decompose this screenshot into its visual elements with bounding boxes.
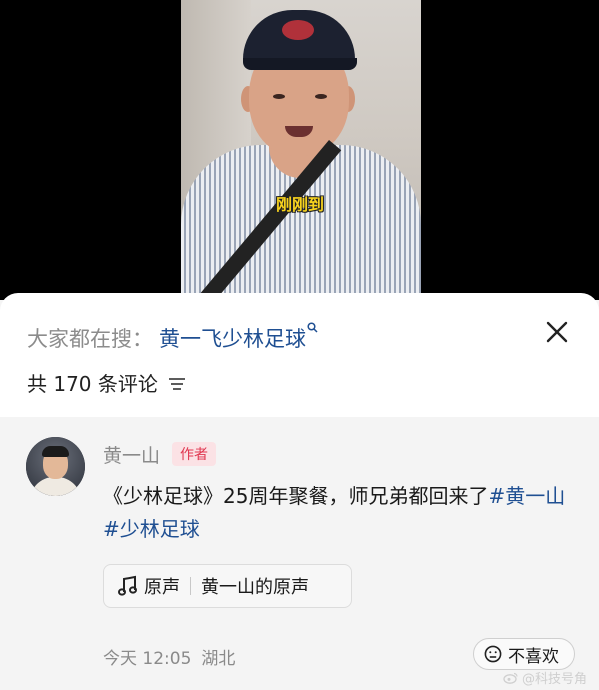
comments-sheet: 大家都在搜： 黄一飞少林足球 共 170 条评论 [0, 293, 599, 417]
comment-count-row[interactable]: 共 170 条评论 [27, 366, 186, 398]
author-badge: 作者 [172, 442, 217, 466]
comment-author[interactable]: 黄一山 [103, 441, 160, 468]
comment-body: 《少林足球》25周年聚餐，师兄弟都回来了 [103, 484, 489, 508]
watermark-text: @科技号角 [522, 672, 588, 687]
weibo-logo-icon [503, 672, 518, 684]
dislike-label: 不喜欢 [508, 646, 559, 667]
comment-meta: 今天 12:05 湖北 [103, 644, 235, 669]
chip-divider [190, 577, 191, 595]
comment-location: 湖北 [201, 649, 236, 669]
original-sound-chip[interactable]: 原声 黄一山的原声 [103, 564, 352, 608]
sound-source: 黄一山的原声 [201, 577, 309, 598]
hashtag-link[interactable]: #黄一山 [488, 484, 565, 508]
comment-time: 今天 12:05 [103, 649, 192, 669]
search-prefix: 大家都在搜： [27, 327, 153, 351]
avatar[interactable] [26, 437, 85, 496]
comment-author-row: 黄一山 作者 [103, 440, 217, 468]
music-note-icon [118, 575, 137, 596]
video-frame: 刚刚到 [181, 0, 421, 300]
trending-search[interactable]: 大家都在搜： 黄一飞少林足球 [27, 322, 318, 354]
watermark: @科技号角 [503, 668, 587, 687]
sort-icon[interactable] [168, 376, 186, 392]
search-term-link[interactable]: 黄一飞少林足球 [159, 323, 306, 353]
close-icon[interactable] [540, 315, 574, 349]
video-caption: 刚刚到 [276, 195, 325, 214]
comment-text: 《少林足球》25周年聚餐，师兄弟都回来了#黄一山 #少林足球 [103, 480, 573, 546]
hashtag-link[interactable]: #少林足球 [103, 517, 200, 541]
search-icon [307, 322, 318, 336]
neutral-face-icon [484, 645, 502, 663]
comment-count: 共 170 条评论 [27, 371, 158, 396]
dislike-button[interactable]: 不喜欢 [473, 638, 575, 670]
sound-label: 原声 [144, 577, 180, 598]
video-player[interactable]: 刚刚到 [0, 0, 599, 300]
